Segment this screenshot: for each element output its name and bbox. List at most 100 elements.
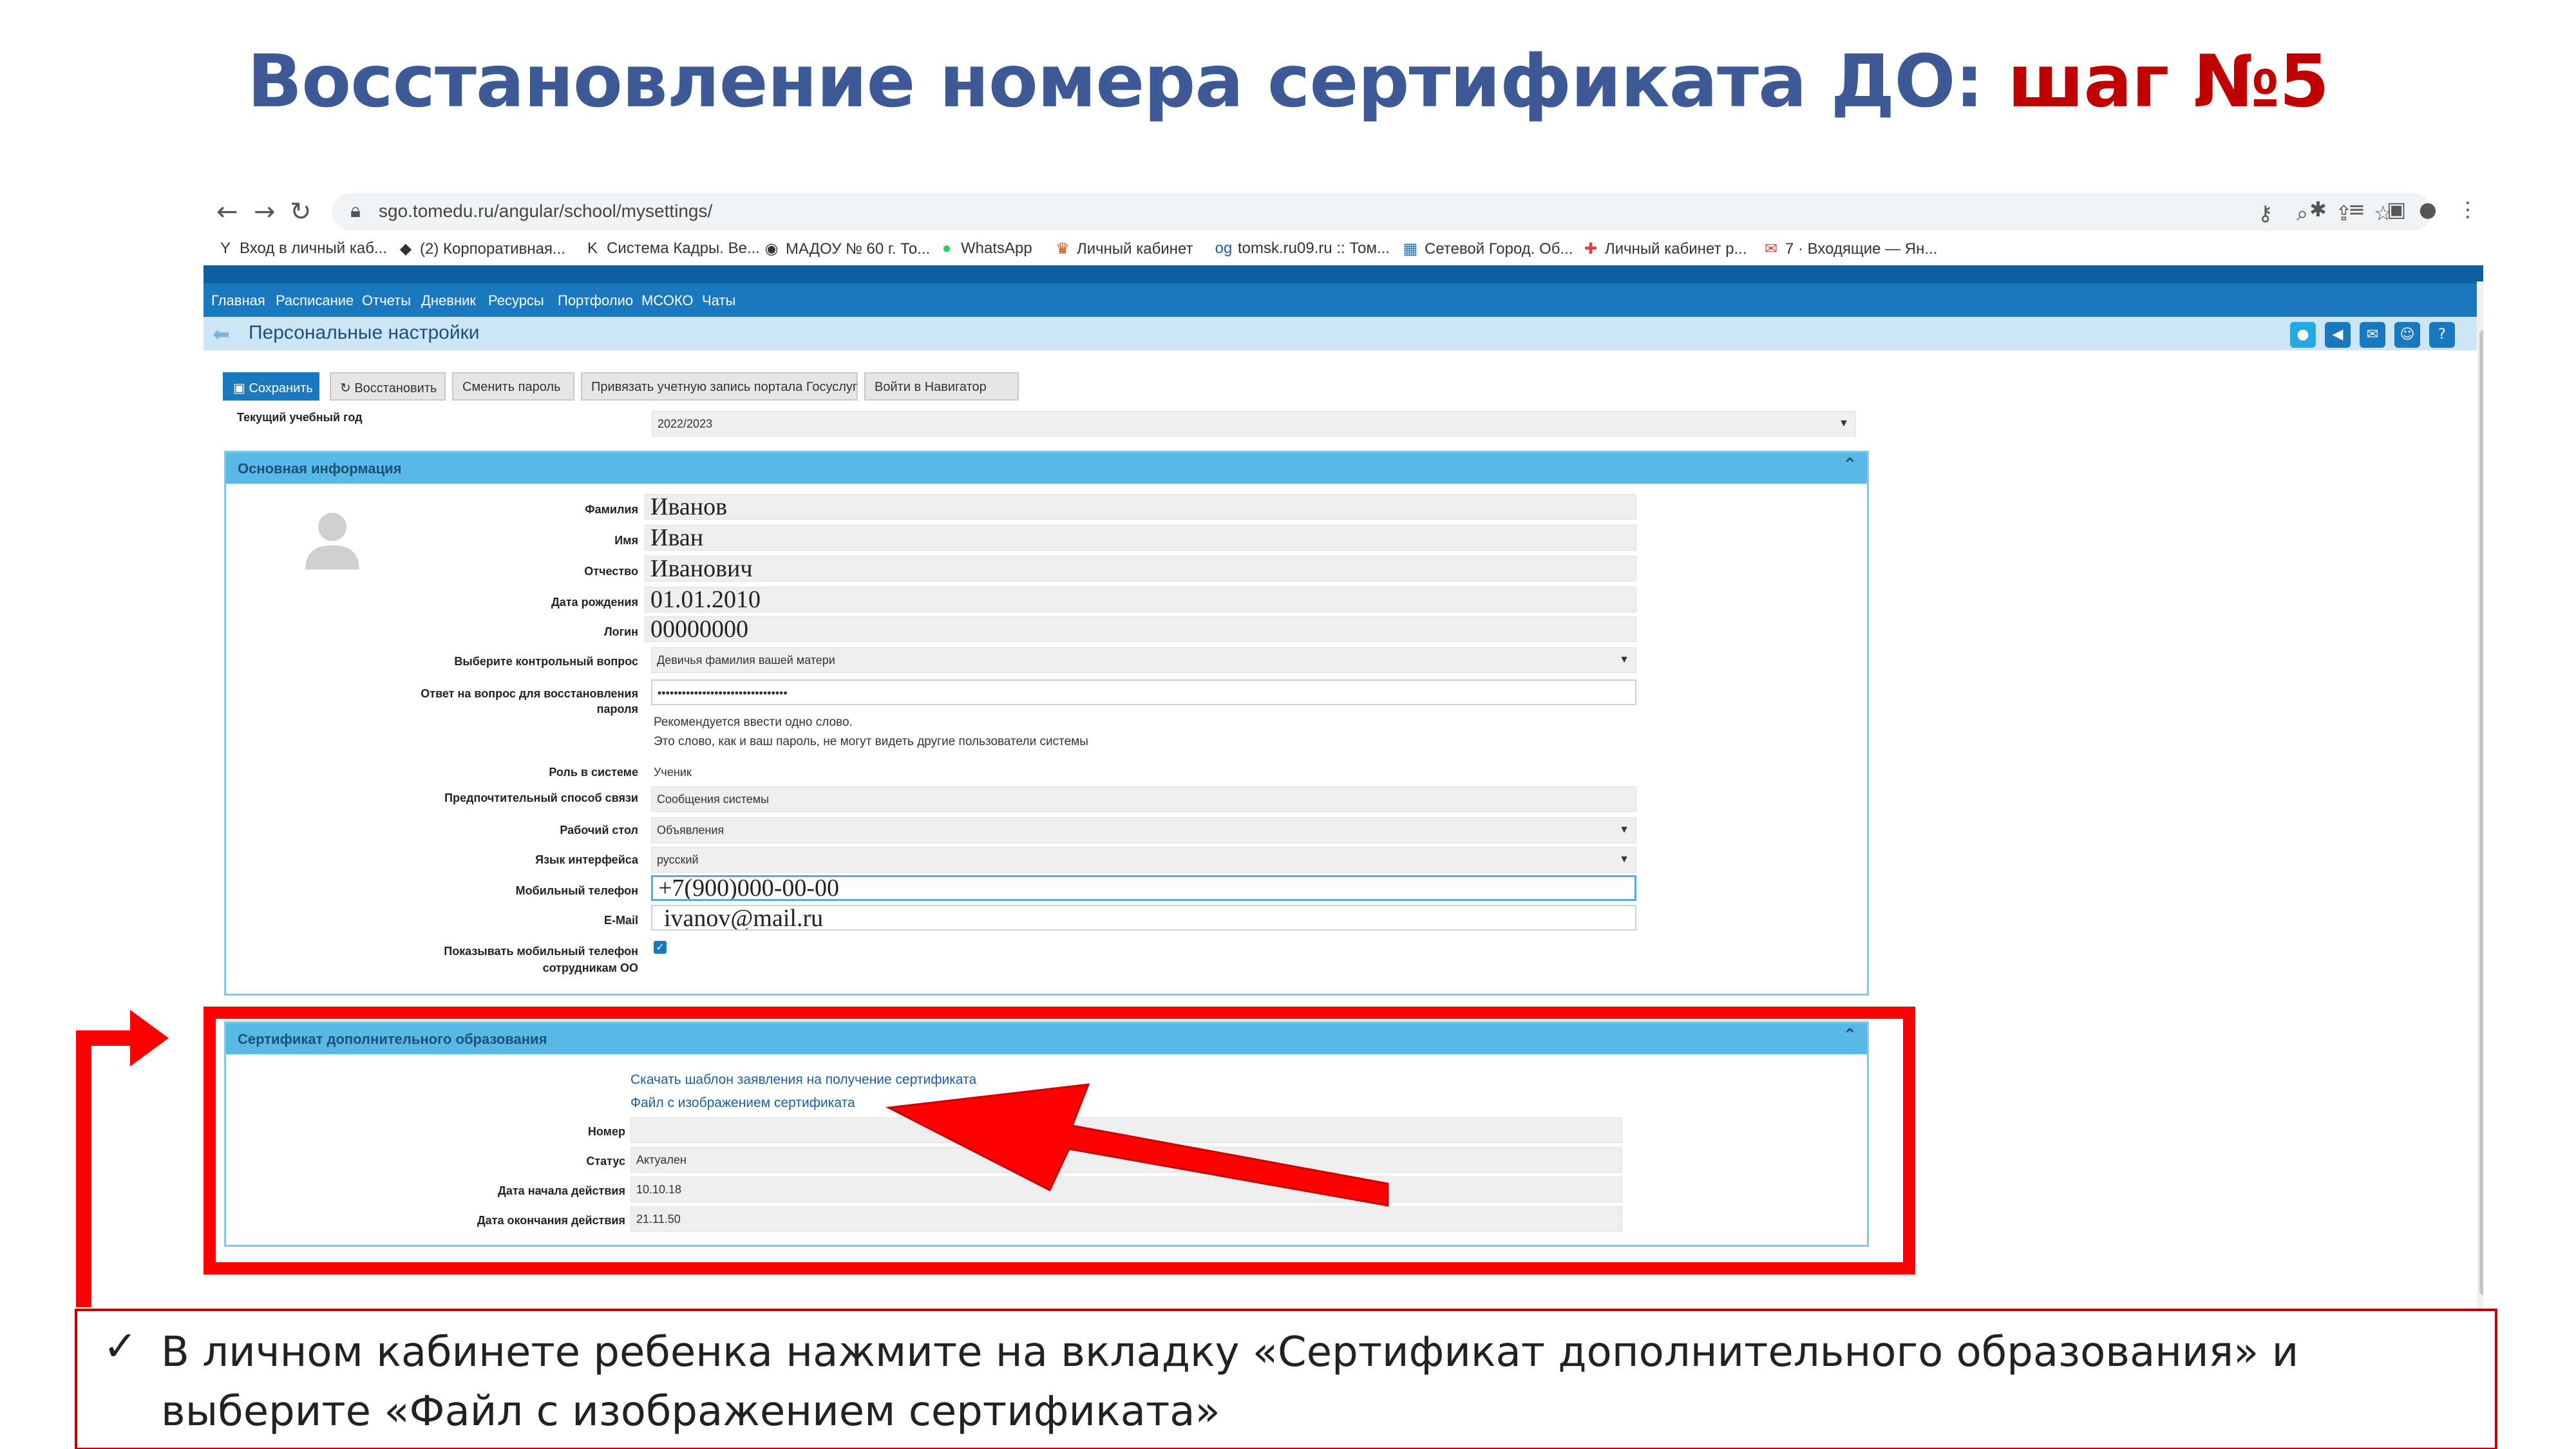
instruction-text: В личном кабинете ребенка нажмите на вкл… [161, 1329, 2299, 1435]
reload-icon[interactable]: ↻ [290, 197, 312, 227]
zoom-icon[interactable]: ⌕ [2297, 201, 2308, 226]
save-button[interactable]: ▣ Сохранить [223, 372, 319, 401]
phone-field[interactable]: +7(900)000-00-00 [651, 875, 1636, 901]
bookmark-icon: ▦ [1403, 240, 1418, 258]
chevron-down-icon: ▼ [1619, 654, 1629, 665]
forward-arrow-icon[interactable]: → [254, 197, 276, 227]
reading-list-icon[interactable]: ≡ [2348, 197, 2365, 222]
users-icon[interactable]: ☺ [2394, 322, 2420, 348]
bookmark-item[interactable]: ▦ Сетевой Город. Об... [1401, 240, 1573, 258]
menu-item-msoko[interactable]: МСОКО [641, 292, 694, 309]
first-name-field[interactable]: Иван [645, 525, 1636, 551]
page-title: Персональные настройки [249, 322, 480, 343]
bookmark-item[interactable]: ✚ Личный кабинет р... [1582, 240, 1747, 258]
menu-item-resources[interactable]: Ресурсы [488, 292, 544, 309]
bookmark-item[interactable]: ◆ (2) Корпоративная... [397, 240, 565, 258]
year-select[interactable]: 2022/2023 ▼ [652, 411, 1856, 437]
slide-title-main: Восстановление номера сертификата ДО: [247, 40, 2008, 124]
instruction-box: ✓ В личном кабинете ребенка нажмите на в… [75, 1309, 2497, 1449]
app-menu-bar: Главная Расписание Отчеты Дневник Ресурс… [204, 283, 2483, 317]
menu-dots-icon[interactable]: ⋮ [2458, 197, 2478, 222]
menu-item-portfolio[interactable]: Портфолио [558, 292, 633, 309]
bookmarks-bar: Y Вход в личный каб... ◆ (2) Корпоративная… [204, 233, 2483, 265]
bookmark-item[interactable]: ♛ Личный кабинет [1054, 240, 1193, 258]
chevron-down-icon: ▼ [1619, 854, 1629, 865]
chevron-down-icon: ▼ [1619, 824, 1629, 835]
answer-label: Ответ на вопрос для восстановления [421, 687, 638, 700]
role-label: Роль в системе [549, 766, 638, 779]
show-phone-checkbox[interactable]: ✓ [654, 941, 667, 954]
back-icon[interactable]: ⬅ [213, 322, 230, 346]
help-icon[interactable]: ? [2429, 322, 2455, 348]
answer-label-line2: пароля [596, 703, 638, 715]
last-name-label: Фамилия [585, 503, 638, 516]
chat-icon[interactable]: ● [2290, 322, 2316, 348]
answer-field[interactable]: •••••••••••••••••••••••••••••••• [651, 679, 1636, 705]
profile-icon[interactable]: ● [2419, 197, 2437, 222]
login-field[interactable]: 00000000 [645, 616, 1636, 642]
main-info-panel-header[interactable]: Основная информация ˆ [226, 453, 1867, 484]
last-name-field[interactable]: Иванов [645, 494, 1636, 520]
highlight-box [204, 1007, 1915, 1274]
link-gosuslugi-button[interactable]: Привязать учетную запись портала Госуслу… [581, 372, 858, 401]
menu-item-schedule[interactable]: Расписание [276, 292, 354, 309]
bookmark-item[interactable]: ◉ МАДОУ № 60 г. То... [762, 240, 931, 258]
browser-toolbar: ← → ↻ 🔒︎ sgo.tomedu.ru/angular/school/my… [204, 188, 2483, 238]
lock-icon: 🔒︎ [350, 200, 361, 222]
security-question-select[interactable]: Девичья фамилия вашей матери ▼ [651, 647, 1636, 673]
sidepanel-icon[interactable]: ▣ [2387, 197, 2406, 222]
app-top-strip [204, 265, 2483, 283]
email-label: E-Mail [603, 914, 638, 927]
contact-method-field[interactable]: Сообщения системы [651, 786, 1636, 812]
bookmark-icon: ✉ [1764, 240, 1778, 258]
menu-item-reports[interactable]: Отчеты [362, 292, 411, 309]
back-arrow-icon[interactable]: ← [216, 197, 238, 227]
address-bar[interactable]: 🔒︎ sgo.tomedu.ru/angular/school/mysettin… [332, 193, 2432, 231]
show-phone-label: Показывать мобильный телефон [444, 945, 638, 958]
bookmark-icon: K [587, 240, 598, 257]
patronymic-field[interactable]: Иванович [645, 556, 1636, 582]
menu-item-home[interactable]: Главная [211, 292, 265, 309]
menu-item-diary[interactable]: Дневник [421, 292, 476, 309]
bookmark-icon: ♛ [1056, 240, 1070, 258]
announce-icon[interactable]: ◀ [2325, 322, 2351, 348]
security-question-label: Выберите контрольный вопрос [454, 655, 638, 668]
answer-hint: Рекомендуется ввести одно слово. [654, 715, 853, 729]
key-icon[interactable]: ⚷ [2258, 201, 2273, 225]
desktop-label: Рабочий стол [560, 824, 638, 837]
chevron-down-icon: ▼ [1839, 418, 1849, 429]
bookmark-item[interactable]: ● WhatsApp [938, 240, 1032, 258]
phone-label: Мобильный телефон [515, 884, 638, 897]
main-info-panel: Основная информация ˆ Фамилия Иванов Имя… [224, 451, 1869, 996]
scrollbar-thumb[interactable] [2479, 330, 2483, 1296]
chevron-up-icon[interactable]: ˆ [1844, 455, 1855, 481]
birth-date-field[interactable]: 01.01.2010 [645, 587, 1636, 612]
bookmark-item[interactable]: ✉ 7 · Входящие — Ян... [1762, 240, 1937, 258]
language-label: Язык интерфейса [535, 853, 638, 866]
role-value: Ученик [654, 766, 692, 779]
bookmark-icon: og [1215, 240, 1233, 257]
restore-button[interactable]: ↻ Восстановить [330, 372, 446, 401]
page-header: ⬅ Персональные настройки ● ◀ ✉ ☺ ? [204, 317, 2483, 350]
language-select[interactable]: русский ▼ [651, 847, 1636, 873]
slide-title-accent: шаг №5 [2007, 40, 2329, 124]
main-info-panel-title: Основная информация [238, 460, 402, 477]
show-phone-label-line2: сотрудникам ОО [542, 961, 638, 974]
menu-item-chats[interactable]: Чаты [702, 292, 735, 309]
extensions-icon[interactable]: ✱ [2309, 197, 2327, 222]
bookmark-icon: ◆ [399, 240, 412, 258]
bookmark-item[interactable]: Y Вход в личный каб... [216, 240, 387, 258]
year-label: Текущий учебный год [237, 411, 363, 424]
contact-method-label: Предпочтительный способ связи [444, 791, 638, 804]
desktop-select[interactable]: Объявления ▼ [651, 817, 1636, 843]
slide-title: Восстановление номера сертификата ДО: ша… [0, 40, 2576, 124]
bookmark-item[interactable]: K Система Кадры. Ве... [583, 240, 760, 258]
save-icon: ▣ [233, 381, 249, 395]
mail-icon[interactable]: ✉ [2360, 322, 2385, 348]
bookmark-item[interactable]: og tomsk.ru09.ru :: Том... [1215, 240, 1390, 258]
change-password-button[interactable]: Сменить пароль [452, 372, 574, 401]
navigator-login-button[interactable]: Войти в Навигатор [864, 372, 1019, 401]
login-label: Логин [603, 625, 638, 638]
first-name-label: Имя [614, 534, 638, 547]
email-field[interactable]: ivanov@mail.ru [651, 905, 1636, 931]
